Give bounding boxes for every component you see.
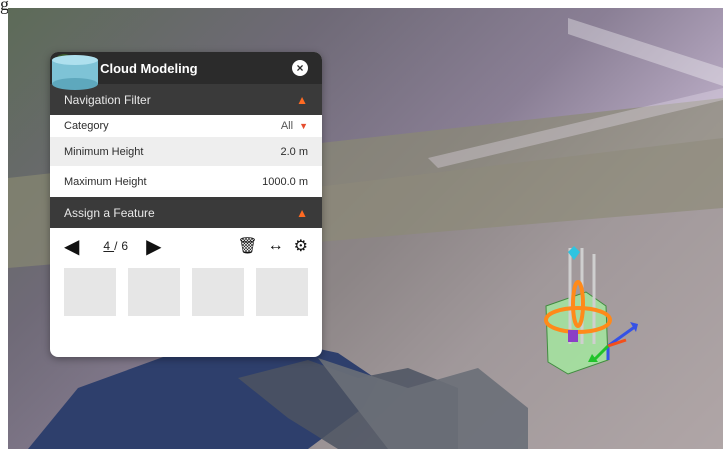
resize-horizontal-icon[interactable]: ↔	[268, 237, 284, 255]
feature-red-sign[interactable]	[57, 57, 244, 316]
navigation-filter-label: Navigation Filter	[64, 92, 151, 107]
next-arrow-icon[interactable]: ▶	[146, 234, 161, 259]
maximum-height-value[interactable]: 1000.0 m	[262, 176, 308, 188]
maximum-height-row[interactable]: Maximum Height 1000.0 m	[50, 166, 322, 197]
close-icon[interactable]: ×	[292, 60, 308, 76]
feature-signpost[interactable]	[57, 57, 180, 316]
sky-streak-1	[568, 18, 723, 86]
gear-icon[interactable]: ⚙	[294, 236, 308, 256]
tool-icons: 🗑 ↔ ⚙	[237, 236, 308, 256]
current-page: 4	[103, 239, 115, 253]
point-cloud-panel: Point Cloud Modeling × Navigation Filter…	[50, 52, 322, 357]
cylinder-tank-icon	[52, 55, 98, 90]
minimum-height-row[interactable]: Minimum Height 2.0 m	[50, 137, 322, 166]
category-row[interactable]: Category All ▼	[50, 115, 322, 137]
category-dropdown[interactable]: All ▼	[281, 120, 308, 132]
chevron-up-icon[interactable]: ▲	[296, 93, 308, 107]
prev-arrow-icon[interactable]: ◀	[64, 234, 79, 259]
assign-feature-label: Assign a Feature	[64, 205, 155, 220]
page-indicator: 4/6	[103, 239, 132, 253]
frame-top	[0, 0, 723, 8]
feature-list	[50, 54, 322, 316]
feature-pager: ◀ 4/6 ▶ 🗑 ↔ ⚙	[50, 228, 322, 264]
frame-left	[0, 0, 8, 457]
minimum-height-value[interactable]: 2.0 m	[280, 146, 308, 158]
feature-tree[interactable]	[53, 54, 116, 316]
category-label: Category	[64, 120, 109, 132]
dropdown-arrow-icon[interactable]: ▼	[299, 121, 308, 131]
category-value: All	[280, 120, 294, 132]
trash-icon[interactable]: 🗑	[237, 236, 257, 256]
3d-viewport[interactable]: Point Cloud Modeling × Navigation Filter…	[8, 8, 723, 449]
chevron-up-icon[interactable]: ▲	[296, 206, 308, 220]
maximum-height-label: Maximum Height	[64, 175, 147, 188]
feature-cylinder-tank[interactable]	[52, 55, 308, 316]
frame-bottom	[0, 449, 723, 457]
minimum-height-label: Minimum Height	[64, 145, 144, 158]
assign-feature-header[interactable]: Assign a Feature ▲	[50, 197, 322, 228]
total-pages: 6	[121, 239, 133, 253]
